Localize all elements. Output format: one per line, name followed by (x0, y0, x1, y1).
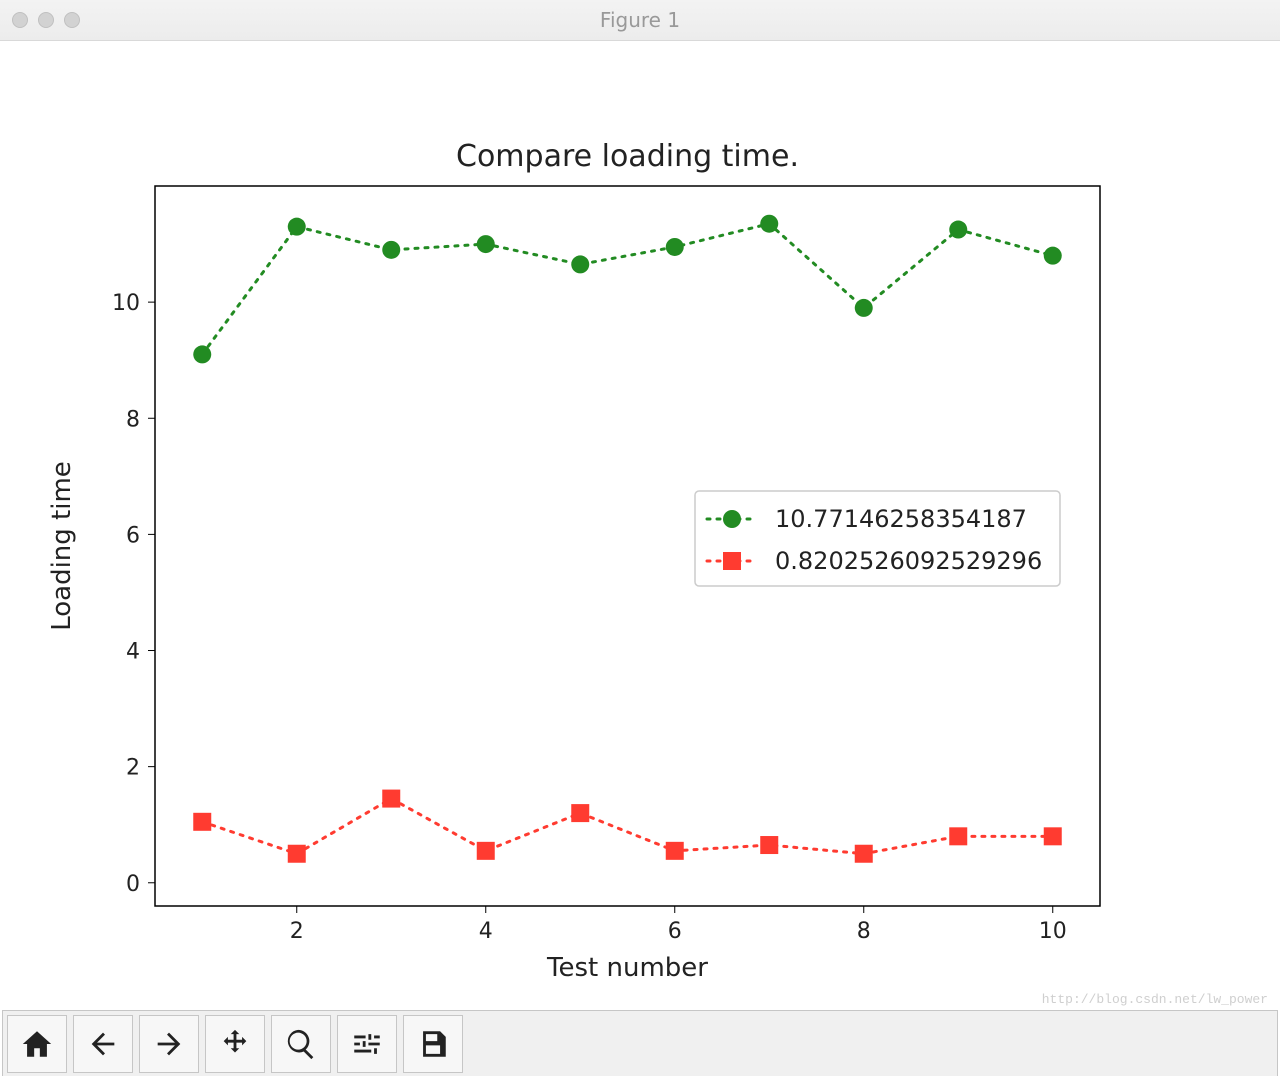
home-icon (20, 1027, 54, 1061)
arrow-left-icon (86, 1027, 120, 1061)
svg-text:10: 10 (112, 291, 140, 316)
configure-subplots-button[interactable] (337, 1015, 397, 1073)
x-axis-label: Test number (546, 953, 708, 983)
close-icon[interactable] (12, 12, 28, 28)
forward-button[interactable] (139, 1015, 199, 1073)
chart-svg: 2 4 6 8 10 0 2 4 6 8 10 Compare loading time. Test n… (0, 41, 1280, 1010)
pan-button[interactable] (205, 1015, 265, 1073)
minimize-icon[interactable] (38, 12, 54, 28)
matplotlib-toolbar (2, 1010, 1278, 1076)
zoom-button[interactable] (271, 1015, 331, 1073)
svg-text:2: 2 (290, 919, 304, 944)
save-icon (416, 1027, 450, 1061)
svg-text:6: 6 (668, 919, 682, 944)
svg-text:8: 8 (857, 919, 871, 944)
zoom-icon (284, 1027, 318, 1061)
legend-label: 0.8202526092529296 (775, 547, 1042, 575)
figure-canvas: 2 4 6 8 10 0 2 4 6 8 10 Compare loading time. Test n… (0, 41, 1280, 1010)
window-title: Figure 1 (0, 8, 1280, 32)
window-titlebar: Figure 1 (0, 0, 1280, 41)
sliders-icon (350, 1027, 384, 1061)
chart-title: Compare loading time. (456, 139, 799, 174)
move-icon (218, 1027, 252, 1061)
arrow-right-icon (152, 1027, 186, 1061)
home-button[interactable] (7, 1015, 67, 1073)
save-button[interactable] (403, 1015, 463, 1073)
svg-text:8: 8 (126, 407, 140, 432)
window-controls (0, 12, 80, 28)
svg-text:4: 4 (126, 640, 140, 665)
legend-label: 10.77146258354187 (775, 505, 1027, 533)
back-button[interactable] (73, 1015, 133, 1073)
svg-text:0: 0 (126, 872, 140, 897)
svg-text:10: 10 (1039, 919, 1067, 944)
svg-text:4: 4 (479, 919, 493, 944)
y-axis-label: Loading time (47, 461, 77, 631)
maximize-icon[interactable] (64, 12, 80, 28)
svg-text:6: 6 (126, 523, 140, 548)
svg-text:2: 2 (126, 756, 140, 781)
